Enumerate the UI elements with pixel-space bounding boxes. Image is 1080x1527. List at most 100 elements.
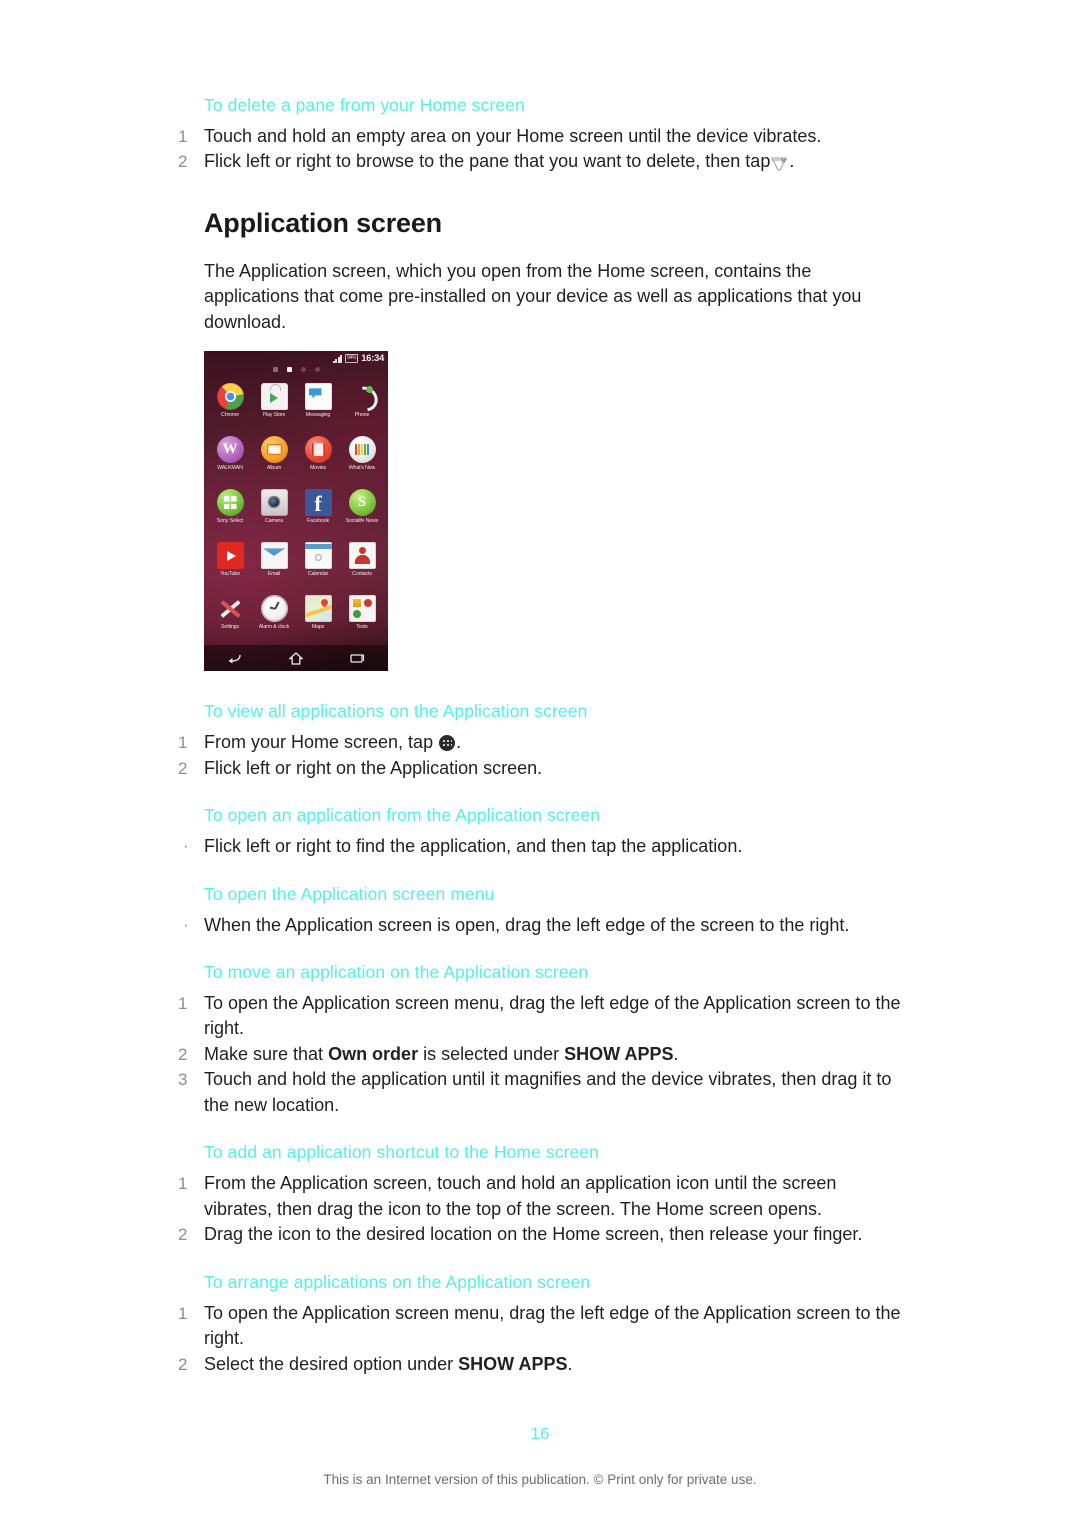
- app-label: Facebook: [306, 518, 330, 525]
- status-bar: 94% 16:34: [333, 353, 384, 364]
- email-icon: [260, 542, 288, 570]
- step-number: 2: [178, 1225, 188, 1245]
- app-label: Socialife News: [345, 518, 379, 525]
- step-text-after: .: [789, 151, 795, 172]
- list-item: 2 Select the desired option under SHOW AP…: [178, 1352, 908, 1378]
- app-label: Contacts: [352, 571, 372, 578]
- step-text: From your Home screen, tap: [204, 732, 434, 753]
- intro-paragraph: The Application screen, which you open f…: [204, 260, 862, 332]
- app-icon-maps[interactable]: Maps: [296, 595, 340, 643]
- tools-icon: [348, 595, 376, 623]
- delete-pane-icon: [771, 152, 788, 178]
- app-icon-youtube[interactable]: YouTube: [208, 542, 252, 590]
- emphasis-show-apps: SHOW APPS: [564, 1043, 674, 1064]
- app-label: Phone: [354, 412, 370, 419]
- app-label: Camera: [265, 518, 283, 525]
- step-number: 2: [178, 1354, 188, 1374]
- app-label: What's New: [348, 465, 376, 472]
- section-title-move-application: To move an application on the Applicatio…: [204, 962, 589, 982]
- step-text: From the Application screen, touch and h…: [204, 1173, 837, 1219]
- page-dot[interactable]: [300, 367, 306, 373]
- phone-icon: [349, 383, 376, 410]
- step-number: 2: [178, 758, 188, 778]
- step-number: 1: [178, 1174, 188, 1194]
- step-text: Drag the icon to the desired location on…: [204, 1224, 863, 1245]
- step-number: 2: [178, 1044, 188, 1064]
- app-icon-socialife-news[interactable]: Socialife News: [340, 489, 384, 537]
- page-indicator[interactable]: [204, 367, 388, 373]
- app-icon-email[interactable]: Email: [252, 542, 296, 590]
- app-icon-album[interactable]: Album: [252, 436, 296, 484]
- app-icon-settings[interactable]: Settings: [208, 595, 252, 643]
- step-number: 2: [178, 152, 188, 172]
- chrome-icon: [216, 383, 244, 411]
- app-icon-movies[interactable]: Movies: [296, 436, 340, 484]
- section-title-arrange-applications: To arrange applications on the Applicati…: [204, 1271, 591, 1292]
- step-number: 1: [178, 126, 188, 146]
- app-icon-facebook[interactable]: Facebook: [296, 489, 340, 537]
- app-icon-whats-new[interactable]: What's New: [340, 436, 384, 484]
- walkman-icon: [216, 436, 244, 464]
- application-screen-screenshot: 94% 16:34 Chrome Play Store Messaging Ph…: [204, 351, 388, 672]
- camera-icon: [260, 489, 288, 517]
- steps-arrange-applications: 1 To open the Application screen menu, d…: [178, 1301, 908, 1378]
- page-dot[interactable]: [314, 367, 320, 373]
- step-text-after: .: [673, 1043, 679, 1064]
- app-icon-play-store[interactable]: Play Store: [252, 383, 296, 431]
- step-text: Touch and hold an empty area on your Hom…: [204, 125, 822, 146]
- home-icon[interactable]: [288, 651, 303, 665]
- list-item: 2 Flick left or right on the Application…: [178, 756, 908, 782]
- app-label: Messaging: [305, 412, 331, 419]
- steps-view-all: 1 From your Home screen, tap . 2 Flick l…: [178, 730, 908, 781]
- calendar-icon: [304, 542, 332, 570]
- application-grid: Chrome Play Store Messaging Phone WALKMA…: [208, 383, 384, 643]
- emphasis-show-apps: SHOW APPS: [458, 1353, 568, 1374]
- app-icon-calendar[interactable]: Calendar: [296, 542, 340, 590]
- page-dot[interactable]: [272, 367, 278, 373]
- list-item: · When the Application screen is open, d…: [178, 913, 908, 939]
- youtube-icon: [216, 542, 244, 570]
- signal-icon: [333, 354, 343, 363]
- app-label: YouTube: [220, 571, 240, 578]
- app-label: Sony Select: [216, 518, 244, 525]
- app-icon-chrome[interactable]: Chrome: [208, 383, 252, 431]
- list-item: · Flick left or right to find the applic…: [178, 834, 908, 860]
- list-item: 1 Touch and hold an empty area on your H…: [178, 124, 908, 150]
- app-label: WALKMAN: [217, 465, 243, 472]
- app-icon-tools[interactable]: Tools: [340, 595, 384, 643]
- maps-icon: [304, 595, 332, 623]
- step-text: Touch and hold the application until it …: [204, 1069, 892, 1115]
- play-store-icon: [260, 383, 288, 411]
- facebook-icon: [304, 489, 332, 517]
- socialife-news-icon: [348, 489, 376, 517]
- messaging-icon: [304, 383, 332, 411]
- whats-new-icon: [348, 436, 376, 464]
- app-icon-phone[interactable]: Phone: [340, 383, 384, 431]
- app-icon-walkman[interactable]: WALKMAN: [208, 436, 252, 484]
- app-icon-sony-select[interactable]: Sony Select: [208, 489, 252, 537]
- step-text: Flick left or right on the Application s…: [204, 757, 543, 778]
- emphasis-own-order: Own order: [328, 1043, 419, 1064]
- movies-icon: [304, 436, 332, 464]
- page-number: 16: [530, 1424, 550, 1443]
- step-text-after: .: [567, 1353, 573, 1374]
- steps-delete-pane: 1 Touch and hold an empty area on your H…: [178, 124, 908, 178]
- app-icon-messaging[interactable]: Messaging: [296, 383, 340, 431]
- recents-icon[interactable]: [349, 652, 365, 664]
- step-number: 1: [178, 733, 188, 753]
- step-text: To open the Application screen menu, dra…: [204, 992, 901, 1039]
- bullet-marker: ·: [183, 836, 189, 856]
- app-label: Email: [267, 571, 281, 578]
- app-label: Album: [266, 465, 282, 472]
- app-label: Movies: [310, 465, 326, 472]
- list-item: 2 Flick left or right to browse to the p…: [178, 149, 908, 178]
- app-icon-alarm-clock[interactable]: Alarm & clock: [252, 595, 296, 643]
- back-icon[interactable]: [227, 653, 242, 664]
- document-page: To delete a pane from your Home screen 1…: [0, 0, 1080, 1527]
- alarm-clock-icon: [260, 595, 288, 623]
- step-text-mid: is selected under: [418, 1043, 565, 1064]
- page-dot-active[interactable]: [286, 367, 292, 373]
- app-icon-contacts[interactable]: Contacts: [340, 542, 384, 590]
- list-item: 1 To open the Application screen menu, d…: [178, 991, 908, 1042]
- app-icon-camera[interactable]: Camera: [252, 489, 296, 537]
